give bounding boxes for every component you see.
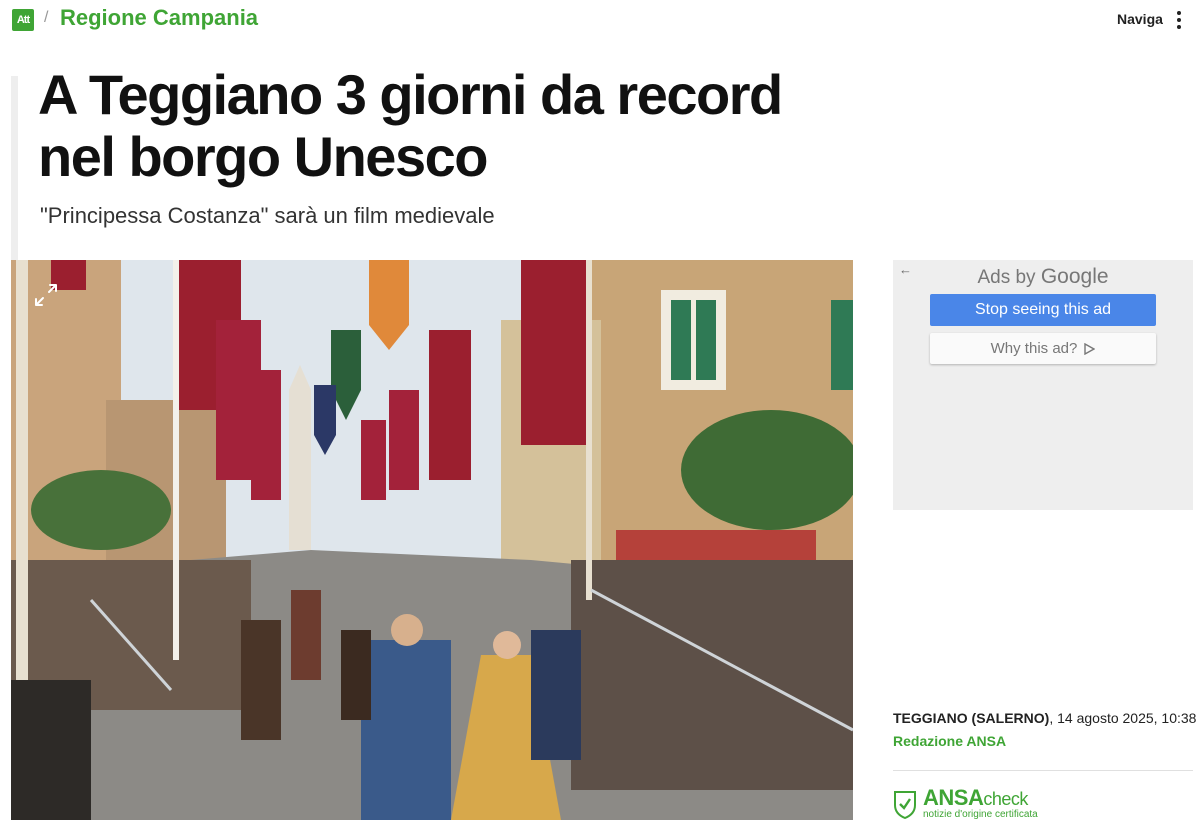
expand-icon[interactable] (33, 282, 59, 308)
kebab-menu-icon[interactable] (1176, 11, 1182, 29)
breadcrumb-separator: / (44, 9, 49, 26)
parade-photo-illustration (11, 260, 853, 820)
article-left-rule (11, 76, 18, 260)
ansa-check-wordmark: ANSAcheck (923, 785, 1028, 810)
google-ad-panel: ← Ads by Google Stop seeing this ad Why … (893, 260, 1193, 510)
article-photo[interactable] (11, 260, 853, 820)
ansa-check-badge[interactable]: ANSAcheck notizie d'origine certificata (893, 785, 1093, 821)
divider (893, 770, 1193, 771)
article-author[interactable]: Redazione ANSA (893, 733, 1006, 749)
breadcrumb-region-link[interactable]: Regione Campania (60, 5, 258, 31)
ansa-logo[interactable]: Att (12, 9, 34, 31)
article-title: A Teggiano 3 giorni da record nel borgo … (38, 63, 783, 188)
adchoices-icon (1084, 342, 1096, 355)
ads-by-google-label: Ads by Google (977, 265, 1109, 288)
top-bar: Att / Regione Campania Naviga (0, 0, 1200, 40)
naviga-button[interactable]: Naviga (1117, 11, 1163, 27)
article-dateline: TEGGIANO (SALERNO), 14 agosto 2025, 10:3… (893, 710, 1196, 726)
stop-seeing-ad-button[interactable]: Stop seeing this ad (930, 294, 1156, 326)
shield-check-icon (894, 791, 916, 819)
why-this-ad-button[interactable]: Why this ad? (930, 333, 1156, 364)
ansa-check-tagline: notizie d'origine certificata (923, 809, 1038, 820)
article-date: , 14 agosto 2025, 10:38 (1049, 710, 1197, 726)
article-subtitle: "Principessa Costanza" sarà un film medi… (40, 203, 495, 228)
article-location: TEGGIANO (SALERNO) (893, 710, 1050, 726)
